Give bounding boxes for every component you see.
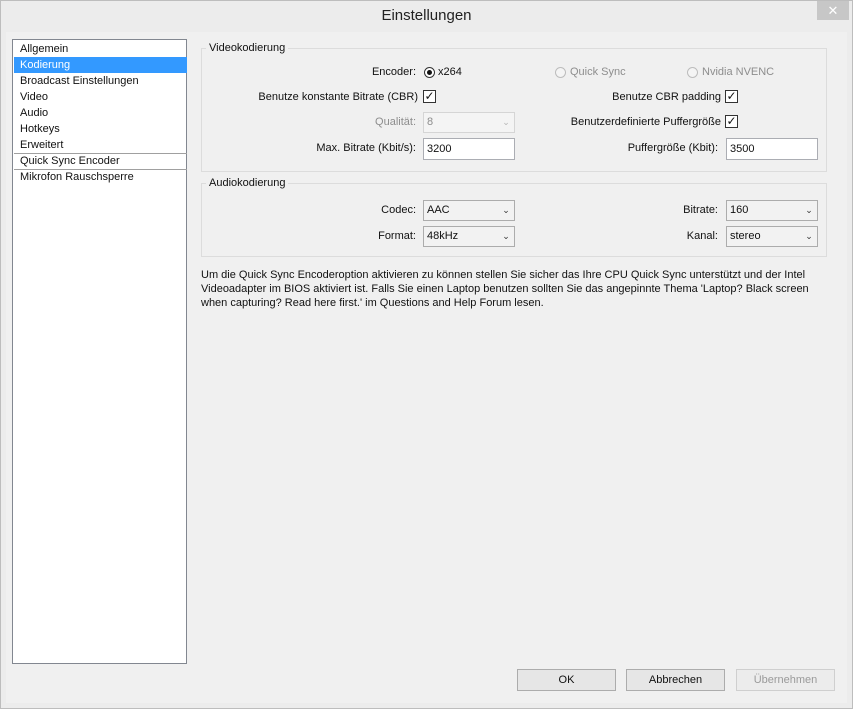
sidebar-item-erweitert[interactable]: Erweitert [14, 137, 187, 153]
quality-label: Qualität: [375, 116, 416, 128]
quick-sync-info-text: Um die Quick Sync Encoderoption aktivier… [201, 269, 809, 309]
cancel-button[interactable]: Abbrechen [626, 669, 725, 691]
video-encoding-group-label: Videokodierung [206, 42, 289, 54]
ok-button[interactable]: OK [517, 669, 616, 691]
settings-category-list[interactable]: Allgemein Kodierung Broadcast Einstellun… [12, 39, 187, 664]
bitrate-value: 160 [730, 204, 749, 216]
sidebar-item-video[interactable]: Video [14, 89, 187, 105]
channel-label: Kanal: [686, 230, 718, 242]
encoder-quicksync-label[interactable]: Quick Sync [570, 66, 626, 78]
encoder-x264-label[interactable]: x264 [438, 66, 462, 78]
max-bitrate-label: Max. Bitrate (Kbit/s): [316, 142, 416, 154]
sidebar-item-broadcast[interactable]: Broadcast Einstellungen [14, 73, 187, 89]
sidebar-item-mikrofon-rauschsperre[interactable]: Mikrofon Rauschsperre [14, 169, 187, 185]
encoder-label: Encoder: [371, 66, 416, 78]
window-title: Einstellungen [381, 7, 472, 24]
encoder-x264-radio[interactable] [424, 67, 435, 78]
format-select[interactable]: 48kHz ⌄ [423, 226, 515, 247]
audio-encoding-group-label: Audiokodierung [206, 177, 289, 189]
custom-buffer-label[interactable]: Benutzerdefinierte Puffergröße [540, 116, 721, 128]
codec-label: Codec: [381, 204, 416, 216]
sidebar-item-kodierung[interactable]: Kodierung [14, 57, 187, 73]
format-label: Format: [378, 230, 416, 242]
chevron-down-icon: ⌄ [502, 231, 510, 241]
sidebar-item-quick-sync-encoder[interactable]: Quick Sync Encoder [14, 153, 187, 169]
cbr-padding-label[interactable]: Benutze CBR padding [560, 91, 721, 103]
chevron-down-icon: ⌄ [805, 231, 813, 241]
encoder-nvenc-label[interactable]: Nvidia NVENC [702, 66, 774, 78]
sidebar-item-hotkeys[interactable]: Hotkeys [14, 121, 187, 137]
sidebar-item-audio[interactable]: Audio [14, 105, 187, 121]
chevron-down-icon: ⌄ [502, 205, 510, 215]
bitrate-label: Bitrate: [683, 204, 718, 216]
buffer-size-input[interactable]: 3500 [726, 138, 818, 160]
cbr-checkbox[interactable]: ✓ [423, 90, 436, 103]
custom-buffer-checkbox[interactable]: ✓ [725, 115, 738, 128]
apply-button[interactable]: Übernehmen [736, 669, 835, 691]
title-bar: Einstellungen ✕ [0, 0, 853, 32]
channel-select[interactable]: stereo ⌄ [726, 226, 818, 247]
codec-value: AAC [427, 204, 450, 216]
chevron-down-icon: ⌄ [805, 205, 813, 215]
chevron-down-icon: ⌄ [502, 117, 510, 127]
encoder-quicksync-radio[interactable] [555, 67, 566, 78]
quality-value: 8 [427, 116, 434, 128]
max-bitrate-input[interactable]: 3200 [423, 138, 515, 160]
format-value: 48kHz [427, 230, 459, 242]
codec-select[interactable]: AAC ⌄ [423, 200, 515, 221]
quality-select[interactable]: 8 ⌄ [423, 112, 515, 133]
buffer-size-label: Puffergröße (Kbit): [627, 142, 718, 154]
cbr-label[interactable]: Benutze konstante Bitrate (CBR) [230, 91, 418, 103]
cbr-padding-checkbox[interactable]: ✓ [725, 90, 738, 103]
sidebar-item-allgemein[interactable]: Allgemein [14, 41, 187, 57]
channel-value: stereo [730, 230, 761, 242]
encoder-nvenc-radio[interactable] [687, 67, 698, 78]
close-icon[interactable]: ✕ [817, 1, 849, 20]
bitrate-select[interactable]: 160 ⌄ [726, 200, 818, 221]
